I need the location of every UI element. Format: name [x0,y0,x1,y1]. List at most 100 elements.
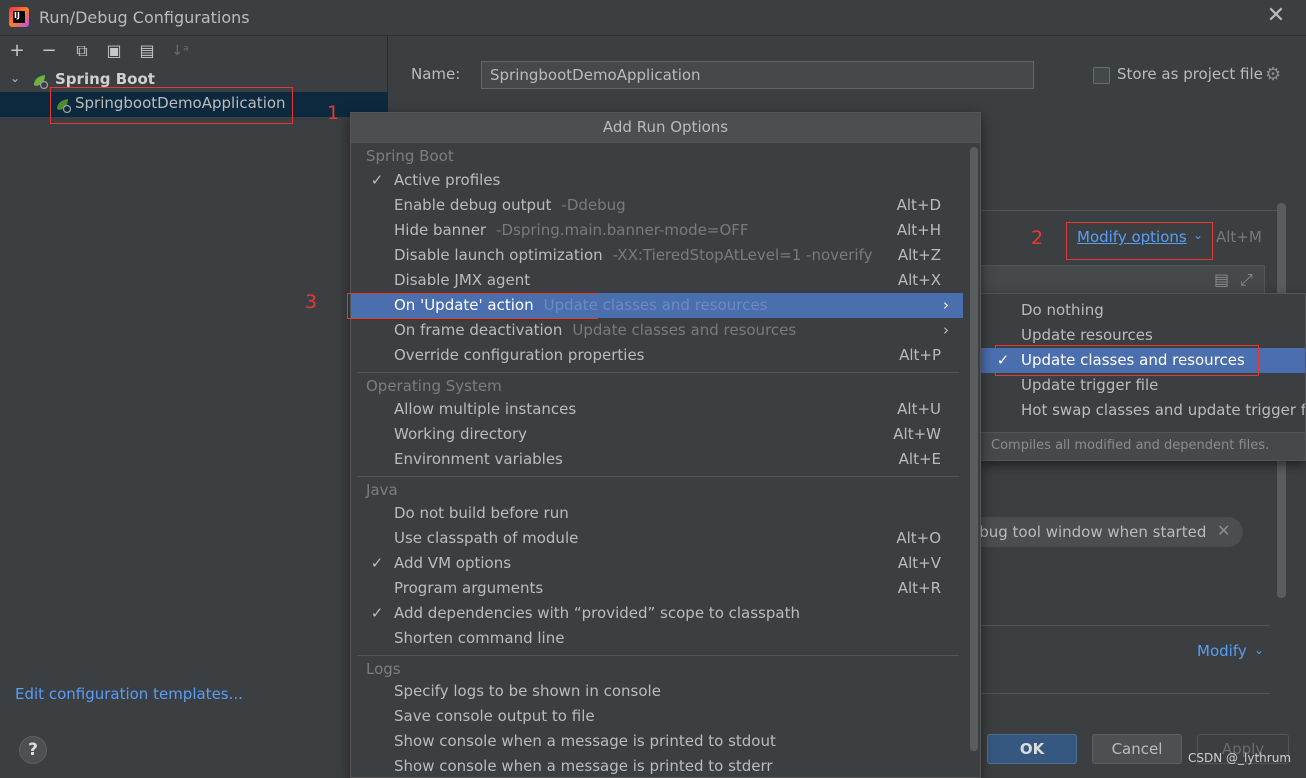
option-label: Hide banner [394,221,487,239]
close-icon[interactable]: ✕ [1217,521,1230,540]
name-label: Name: [411,65,461,83]
on-update-action-submenu: Do nothing Update resources ✓ Update cla… [980,293,1306,461]
option-shortcut: Alt+D [896,196,941,214]
annotation-number-3: 3 [305,291,318,313]
section-java: Java [366,481,398,499]
option-show-console-stdout[interactable]: Show console when a message is printed t… [351,729,963,754]
option-enable-debug-output[interactable]: Enable debug output -Ddebug Alt+D [351,193,963,218]
option-do-not-build-before-run[interactable]: Do not build before run [351,501,963,526]
chevron-down-icon[interactable]: ⌄ [10,71,20,85]
chevron-down-icon[interactable]: ⌄ [1254,643,1264,657]
cancel-button[interactable]: Cancel [1092,734,1182,764]
help-button[interactable]: ? [19,736,47,764]
option-allow-multiple-instances[interactable]: Allow multiple instances Alt+U [351,397,963,422]
option-label: Enable debug output [394,196,552,214]
annotation-box-2 [1066,222,1213,260]
option-shortcut: Alt+P [899,346,941,364]
option-label: Specify logs to be shown in console [394,682,661,700]
option-label: Use classpath of module [394,529,579,547]
section-spring-boot: Spring Boot [366,147,454,165]
intellij-app-icon: IJ [9,7,29,27]
section-divider [357,476,959,477]
option-label: Save console output to file [394,707,595,725]
option-label: Do not build before run [394,504,569,522]
section-logs: Logs [366,660,401,678]
option-shortcut: Alt+E [898,450,941,468]
new-folder-icon[interactable]: ▤ [137,41,157,61]
expand-icon[interactable]: ⤢ [1240,270,1253,290]
option-shortcut: Alt+H [896,221,941,239]
window-title: Run/Debug Configurations [39,8,250,27]
option-label: On frame deactivation [394,321,563,339]
submenu-item-update-trigger-file[interactable]: Update trigger file [981,373,1305,398]
configurations-panel [0,36,388,778]
option-shortcut: Alt+V [897,554,941,572]
option-hint: -XX:TieredStopAtLevel=1 -noverify [612,246,873,264]
option-environment-variables[interactable]: Environment variables Alt+E [351,447,963,472]
submenu-item-do-nothing[interactable]: Do nothing [981,298,1305,323]
annotation-box-3 [347,293,598,319]
add-icon[interactable]: + [7,41,27,61]
remove-icon[interactable]: − [39,41,59,61]
option-working-directory[interactable]: Working directory Alt+W [351,422,963,447]
gear-icon[interactable]: ⚙ [1265,66,1283,84]
ok-button[interactable]: OK [987,734,1077,764]
option-label: Show console when a message is printed t… [394,732,776,750]
option-override-configuration-properties[interactable]: Override configuration properties Alt+P [351,343,963,368]
option-active-profiles[interactable]: ✓ Active profiles [351,168,963,193]
store-as-project-file-checkbox[interactable] [1093,67,1110,84]
option-label: Disable JMX agent [394,271,531,289]
option-disable-launch-optimization[interactable]: Disable launch optimization -XX:TieredSto… [351,243,963,268]
option-hint: -Dspring.main.banner-mode=OFF [496,221,749,239]
spring-boot-icon [34,75,48,89]
option-label: Shorten command line [394,629,565,647]
option-program-arguments[interactable]: Program arguments Alt+R [351,576,963,601]
section-operating-system: Operating System [366,377,502,395]
modify-link[interactable]: Modify [1197,642,1247,660]
copy-icon[interactable]: ⧉ [72,41,92,61]
section-divider [357,372,959,373]
option-add-provided-dependencies[interactable]: ✓ Add dependencies with “provided” scope… [351,601,963,626]
option-show-console-stderr[interactable]: Show console when a message is printed t… [351,754,963,777]
option-shortcut: Alt+R [897,579,941,597]
check-icon: ✓ [370,604,384,622]
option-shorten-command-line[interactable]: Shorten command line [351,626,963,651]
popup-title: Add Run Options [351,113,980,143]
option-use-classpath-of-module[interactable]: Use classpath of module Alt+O [351,526,963,551]
option-shortcut: Alt+U [897,400,941,418]
watermark: CSDN @_lythrum [1188,751,1292,765]
option-hide-banner[interactable]: Hide banner -Dspring.main.banner-mode=OFF… [351,218,963,243]
option-on-frame-deactivation[interactable]: On frame deactivation Update classes and … [351,318,963,343]
option-shortcut: Alt+W [893,425,941,443]
name-field[interactable]: SpringbootDemoApplication [481,61,1034,89]
submenu-description: Compiles all modified and dependent file… [991,438,1270,453]
section-divider [357,655,959,656]
submenu-item-label: Hot swap classes and update trigger file [1021,401,1306,419]
popup-scrollbar[interactable] [970,147,978,751]
option-disable-jmx-agent[interactable]: Disable JMX agent Alt+X [351,268,963,293]
title-bar: IJ Run/Debug Configurations ✕ [0,0,1306,36]
save-icon[interactable]: ▣ [104,41,124,61]
option-hint: Update classes and resources [572,321,797,339]
divider [980,693,1270,694]
option-add-vm-options[interactable]: ✓ Add VM options Alt+V [351,551,963,576]
option-label: Working directory [394,425,528,443]
edit-configuration-templates-link[interactable]: Edit configuration templates... [15,685,243,703]
close-icon[interactable]: ✕ [1264,4,1288,28]
store-as-project-file-label[interactable]: Store as project file [1117,65,1263,83]
tree-root-label: Spring Boot [55,70,155,88]
config-toolbar: + − ⧉ ▣ ▤ ↓ᵃ [0,36,388,66]
sort-icon[interactable]: ↓ᵃ [170,41,190,61]
check-icon: ✓ [370,171,384,189]
document-icon[interactable]: ▤ [1214,270,1229,289]
option-save-console-output[interactable]: Save console output to file [351,704,963,729]
add-run-options-popup: Add Run Options Spring Boot ✓ Active pro… [350,112,981,778]
option-label: Override configuration properties [394,346,645,364]
option-label: Show console when a message is printed t… [394,757,773,775]
option-hint: -Ddebug [561,196,626,214]
divider [980,625,1270,626]
submenu-item-hot-swap[interactable]: Hot swap classes and update trigger file [981,398,1306,423]
option-label: Add VM options [394,554,512,572]
option-label: Active profiles [394,171,501,189]
option-specify-logs[interactable]: Specify logs to be shown in console [351,679,963,704]
